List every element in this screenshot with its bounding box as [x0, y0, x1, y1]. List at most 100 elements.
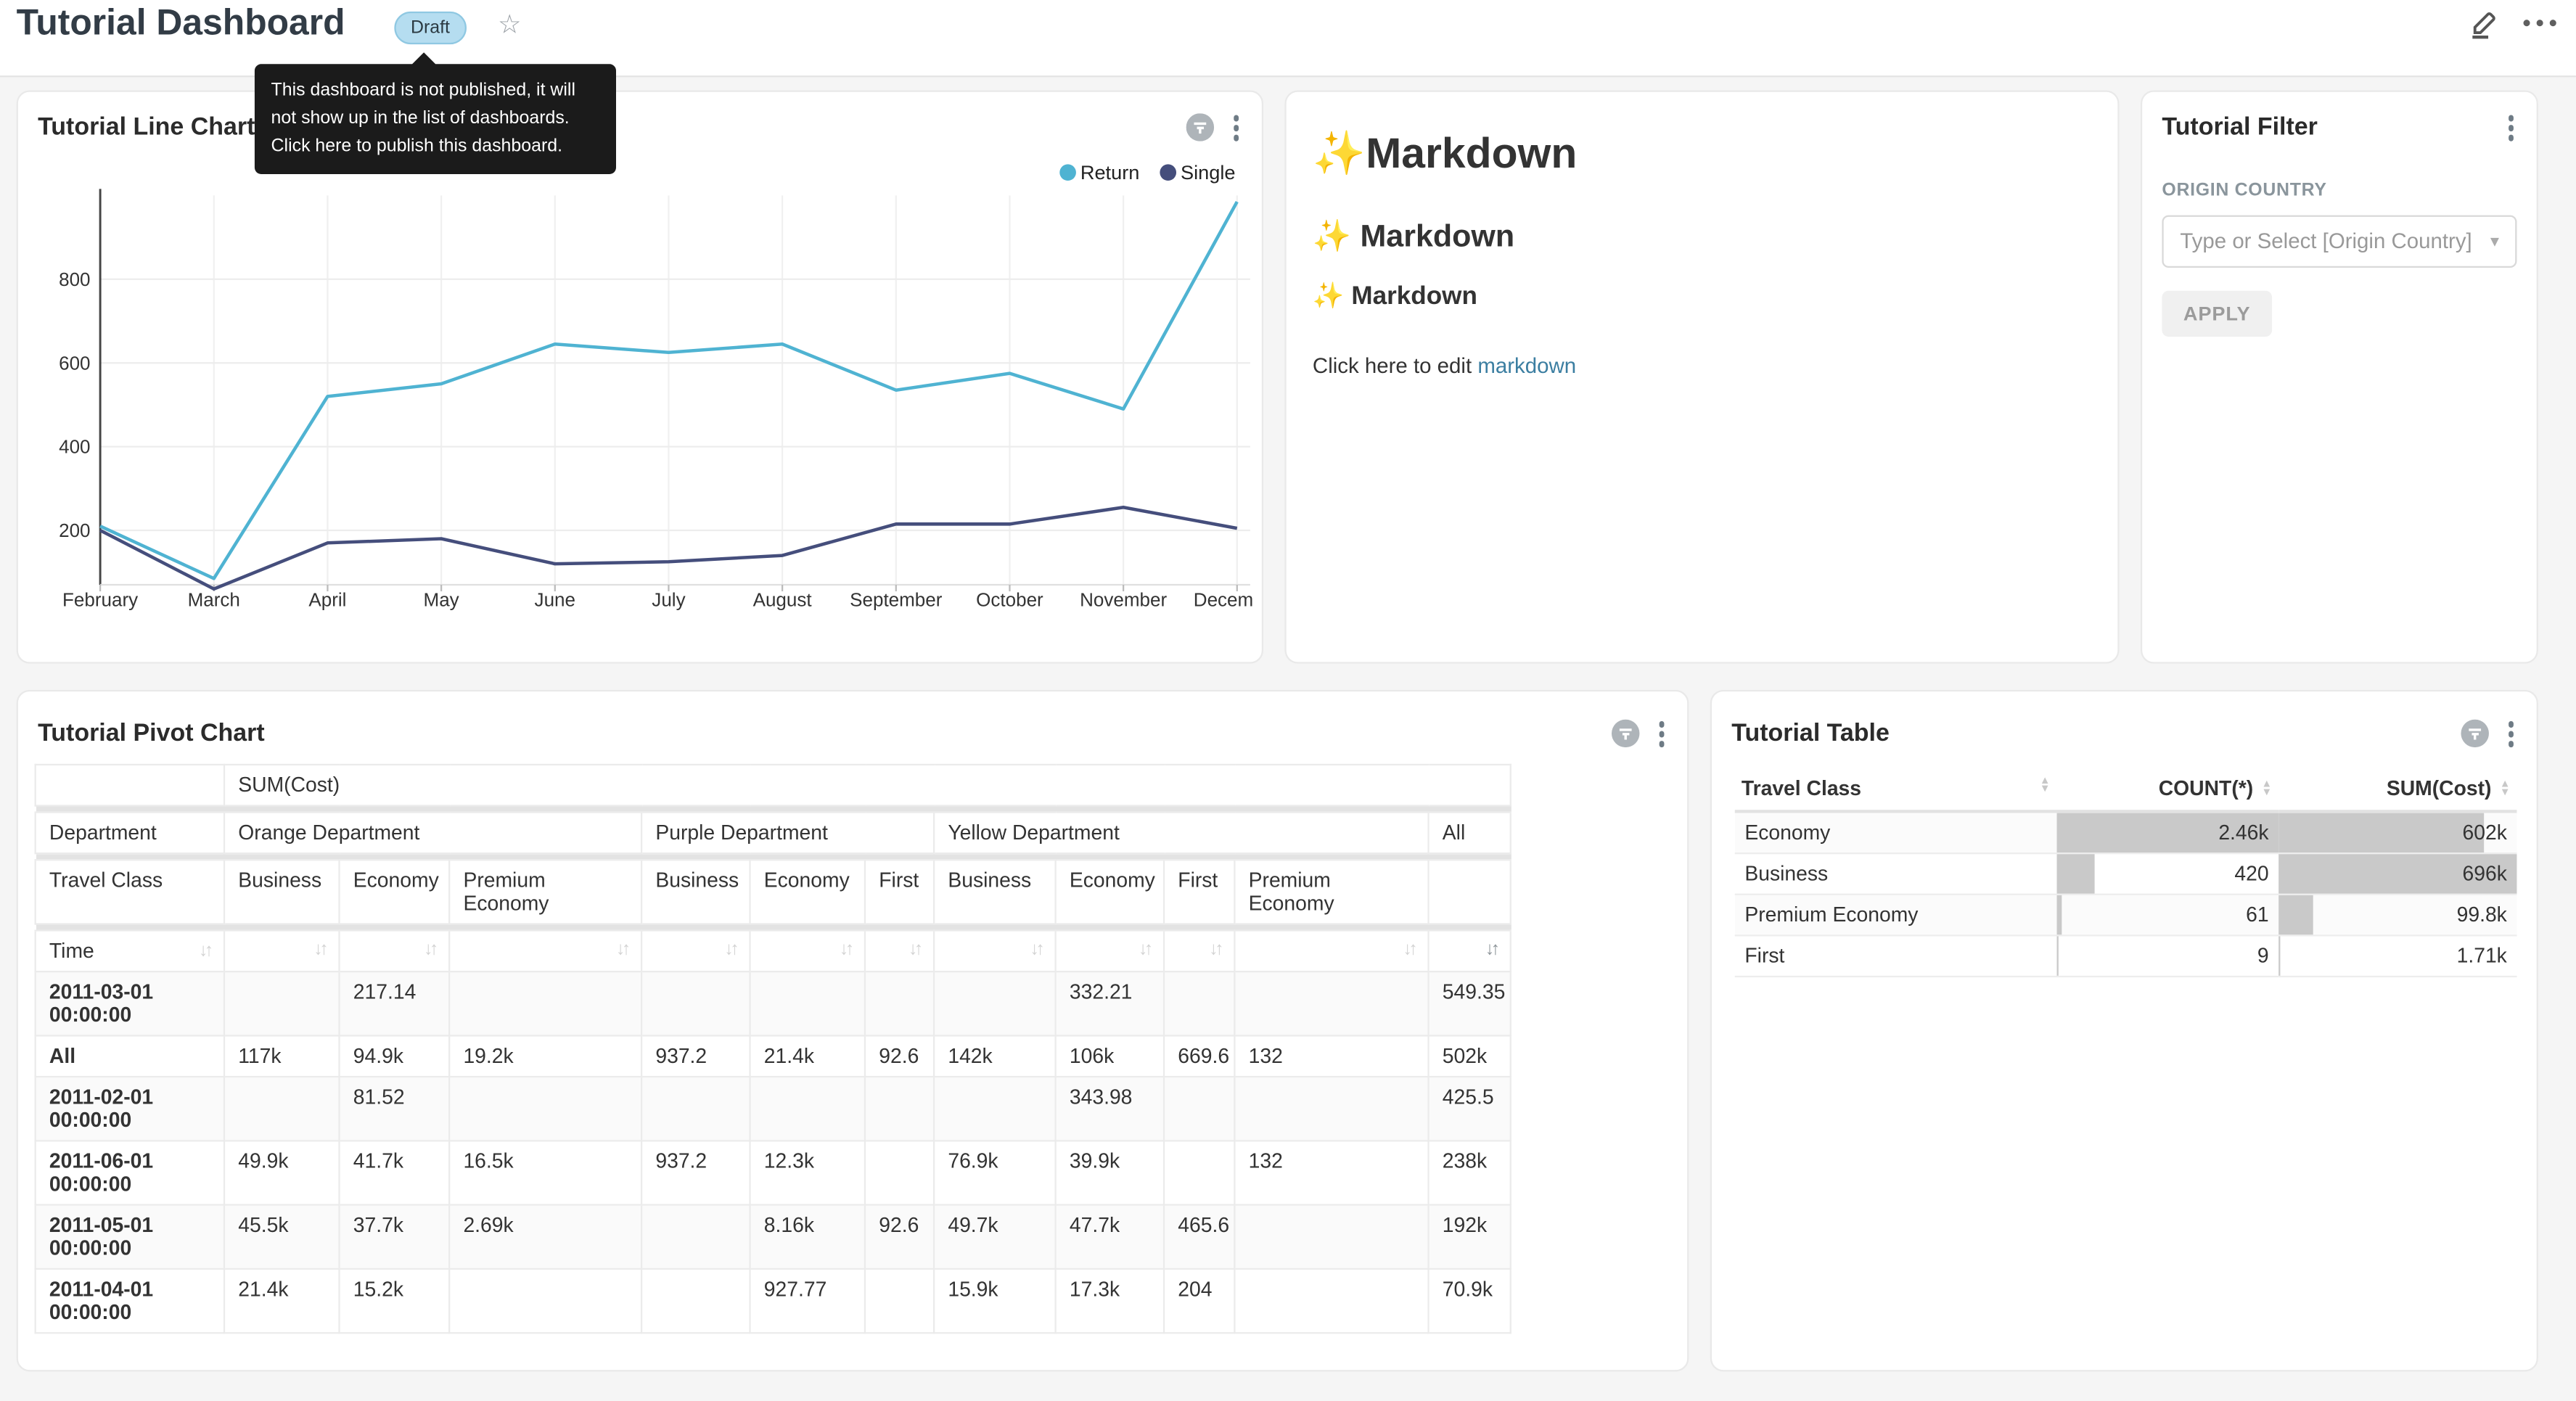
pivot-value-cell [641, 971, 750, 1035]
filter-card: Tutorial Filter ORIGIN COUNTRY Type or S… [2141, 91, 2538, 664]
line-chart-menu-icon[interactable] [1230, 112, 1242, 144]
apply-button[interactable]: APPLY [2162, 290, 2271, 336]
legend-item-return[interactable]: Return [1059, 161, 1139, 184]
origin-country-select[interactable]: Type or Select [Origin Country] ▼ [2162, 214, 2516, 266]
pivot-value-cell [865, 1076, 934, 1140]
pivot-value-cell: 937.2 [641, 1140, 750, 1204]
sort-icon[interactable]: ↓↑ [908, 939, 920, 958]
pivot-value-cell: 937.2 [641, 1035, 750, 1076]
table-chart-menu-icon[interactable] [2504, 718, 2516, 749]
col-header: Premium Economy [1234, 859, 1428, 923]
chevron-down-icon: ▼ [2487, 232, 2502, 249]
pivot-value-cell: 2.69k [449, 1204, 641, 1268]
sort-caret-icon[interactable]: ▲▼ [2262, 781, 2273, 797]
sort-icon[interactable]: ↓↑ [424, 939, 435, 958]
sort-icon[interactable]: ↓↑ [1485, 939, 1497, 958]
pivot-value-cell [449, 1076, 641, 1140]
pencil-icon [2468, 8, 2501, 41]
pivot-value-cell: 70.9k [1429, 1268, 1511, 1332]
pivot-value-cell: 21.4k [750, 1035, 865, 1076]
sort-icon[interactable]: ↓↑ [840, 939, 851, 958]
pivot-sort-cell: ↓↑ [449, 929, 641, 971]
sort-icon[interactable]: ↓↑ [199, 940, 210, 960]
pivot-value-cell [1234, 1268, 1428, 1332]
table-row[interactable]: Premium Economy6199.8k [1735, 894, 2517, 935]
cell-sum-cost: 696k [2278, 852, 2516, 894]
markdown-paragraph: Click here to edit markdown [1313, 353, 2091, 378]
sort-icon[interactable]: ↓↑ [724, 939, 736, 958]
pivot-value-cell [449, 1268, 641, 1332]
header-sum-cost[interactable]: SUM(Cost)▲▼ [2278, 766, 2516, 810]
pivot-value-cell: 81.52 [340, 1076, 450, 1140]
sort-icon[interactable]: ↓↑ [1403, 939, 1414, 958]
pivot-value-cell [934, 971, 1056, 1035]
sort-caret-icon[interactable]: ▲▼ [2500, 781, 2511, 797]
tooltip-text: This dashboard is not published, it will… [271, 81, 575, 156]
pivot-value-cell [865, 1268, 934, 1332]
sort-icon[interactable]: ↓↑ [313, 939, 325, 958]
more-actions-icon[interactable] [2524, 20, 2556, 26]
filter-card-menu-icon[interactable] [2504, 112, 2516, 144]
department-label: Department [36, 811, 224, 852]
draft-badge[interactable]: Draft [394, 12, 466, 44]
pivot-value-cell: 106k [1056, 1035, 1164, 1076]
sort-icon[interactable]: ↓↑ [616, 939, 628, 958]
pivot-row: 2011-04-01 00:00:0021.4k15.2k927.7715.9k… [36, 1268, 1511, 1332]
pivot-value-cell [865, 1140, 934, 1204]
cell-count: 9 [2057, 934, 2279, 976]
favorite-star-icon[interactable]: ☆ [498, 8, 521, 41]
publish-tooltip[interactable]: This dashboard is not published, it will… [255, 64, 616, 174]
table-chart-card: Tutorial Table Travel Class▲▼ COUNT(*)▲▼… [1710, 690, 2538, 1372]
pivot-value-cell [1164, 1076, 1234, 1140]
table-row[interactable]: First91.71k [1735, 934, 2517, 976]
applied-filter-icon[interactable] [1185, 114, 1213, 141]
pivot-value-cell [1234, 971, 1428, 1035]
pivot-value-cell: 21.4k [224, 1268, 339, 1332]
origin-country-label: ORIGIN COUNTRY [2162, 180, 2516, 200]
svg-text:200: 200 [59, 519, 90, 541]
pivot-value-cell: 132 [1234, 1035, 1428, 1076]
markdown-edit-link[interactable]: markdown [1477, 353, 1576, 378]
pivot-value-cell: 92.6 [865, 1204, 934, 1268]
x-axis-label: October [976, 588, 1043, 610]
pivot-sort-cell: ↓↑ [340, 929, 450, 971]
pivot-value-cell [1164, 971, 1234, 1035]
pivot-sort-cell: ↓↑ [1164, 929, 1234, 971]
pivot-value-cell: 669.6 [1164, 1035, 1234, 1076]
applied-filter-icon[interactable] [2460, 720, 2487, 747]
pivot-value-cell: 49.7k [934, 1204, 1056, 1268]
x-axis-label: March [188, 588, 240, 610]
pivot-value-cell [641, 1076, 750, 1140]
sort-icon[interactable]: ↓↑ [1209, 939, 1221, 958]
pivot-sort-cell: ↓↑ [1234, 929, 1428, 971]
page-title: Tutorial Dashboard [17, 1, 345, 44]
header-travel-class[interactable]: Travel Class▲▼ [1735, 766, 2057, 810]
line-chart-plot[interactable]: 200400600800FebruaryMarchAprilMayJuneJul… [38, 186, 1253, 616]
table-chart-title: Tutorial Table [1731, 720, 1890, 747]
col-header: Business [934, 859, 1056, 923]
legend-item-single[interactable]: Single [1160, 161, 1236, 184]
sort-icon[interactable]: ↓↑ [1139, 939, 1150, 958]
pivot-row: 2011-02-01 00:00:0081.52343.98425.5 [36, 1076, 1511, 1140]
pivot-chart-menu-icon[interactable] [1655, 718, 1668, 749]
pivot-sort-cell: ↓↑ [750, 929, 865, 971]
cell-travel-class: First [1735, 934, 2057, 976]
sort-icon[interactable]: ↓↑ [1030, 939, 1042, 958]
pivot-value-cell [865, 971, 934, 1035]
sort-caret-icon[interactable]: ▲▼ [2040, 776, 2051, 793]
pivot-value-cell: 549.35 [1429, 971, 1511, 1035]
cell-travel-class: Premium Economy [1735, 894, 2057, 935]
pivot-value-cell: 502k [1429, 1035, 1511, 1076]
applied-filter-icon[interactable] [1611, 720, 1638, 747]
table-row[interactable]: Economy2.46k602k [1735, 810, 2517, 852]
pivot-value-cell: 217.14 [340, 971, 450, 1035]
pivot-department-row: Department Orange Department Purple Depa… [36, 811, 1511, 852]
header-count[interactable]: COUNT(*)▲▼ [2057, 766, 2279, 810]
pivot-value-cell: 15.2k [340, 1268, 450, 1332]
pivot-value-cell: 47.7k [1056, 1204, 1164, 1268]
table-row[interactable]: Business420696k [1735, 852, 2517, 894]
pivot-value-cell: 15.9k [934, 1268, 1056, 1332]
pivot-value-cell [1234, 1076, 1428, 1140]
svg-text:800: 800 [59, 268, 90, 290]
edit-dashboard-icon[interactable] [2468, 8, 2501, 41]
